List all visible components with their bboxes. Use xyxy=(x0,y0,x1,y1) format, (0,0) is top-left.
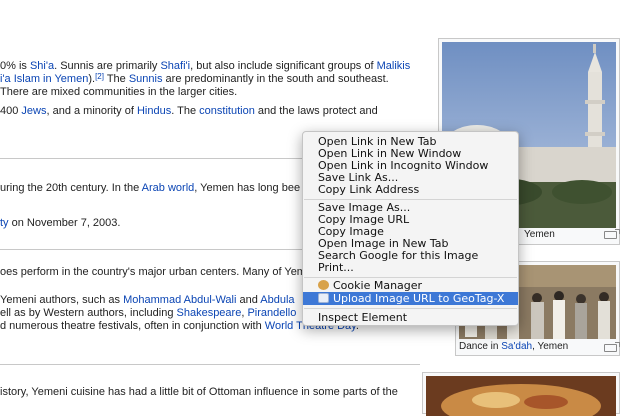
menu-copy-link-address[interactable]: Copy Link Address xyxy=(303,184,518,196)
context-menu: Open Link in New Tab Open Link in New Wi… xyxy=(302,131,519,326)
figure-food xyxy=(422,372,620,416)
cuisine-line-1: istory, Yemeni cuisine has had a little … xyxy=(0,386,398,398)
religion-line-4: 400 Jews, and a minority of Hindus. The … xyxy=(0,105,378,117)
link-shia[interactable]: Shi'a xyxy=(30,60,54,72)
link-shia-islam-in-yemen[interactable]: i'a Islam in Yemen xyxy=(0,73,88,85)
geotag-x-icon xyxy=(318,293,329,303)
link-sadah[interactable]: Sa'dah xyxy=(501,341,532,352)
menu-separator xyxy=(304,308,517,309)
enlarge-icon[interactable] xyxy=(604,342,620,352)
enlarge-icon[interactable] xyxy=(604,229,620,239)
reference-2[interactable]: [2] xyxy=(95,72,104,81)
link-arab-world[interactable]: Arab world xyxy=(142,182,195,194)
link-sunnis[interactable]: Sunnis xyxy=(129,73,163,85)
food-photo xyxy=(426,376,616,416)
menu-upload-geotag-x[interactable]: Upload Image URL to GeoTag-X xyxy=(303,292,518,305)
link-shafii[interactable]: Shafi'i xyxy=(160,60,190,72)
section-divider xyxy=(0,364,420,365)
food-image[interactable] xyxy=(426,376,616,416)
link-unesco[interactable]: ty xyxy=(0,217,9,229)
menu-print[interactable]: Print... xyxy=(303,262,518,274)
link-hindus[interactable]: Hindus xyxy=(137,105,171,117)
religion-line-2: i'a Islam in Yemen).[2] The Sunnis are p… xyxy=(0,72,389,86)
menu-separator xyxy=(304,277,517,278)
menu-inspect-element[interactable]: Inspect Element xyxy=(303,312,518,324)
mosque-caption: Yemen xyxy=(524,229,555,240)
dance-caption: Dance in Sa'dah, Yemen xyxy=(459,341,569,352)
link-shakespeare[interactable]: Shakespeare xyxy=(177,307,242,319)
link-constitution[interactable]: constitution xyxy=(199,105,255,117)
link-jews[interactable]: Jews xyxy=(21,105,46,117)
theatre-line-3: ell as by Western authors, including Sha… xyxy=(0,307,297,319)
link-mohammad-abdul-wali[interactable]: Mohammad Abdul-Wali xyxy=(123,294,236,306)
link-malikis[interactable]: Malikis xyxy=(377,60,411,72)
menu-cookie-manager[interactable]: Cookie Manager xyxy=(303,280,518,292)
menu-separator xyxy=(304,199,517,200)
theatre-line-1: oes perform in the country's major urban… xyxy=(0,266,306,278)
media-line-1: uring the 20th century. In the Arab worl… xyxy=(0,182,301,194)
theatre-line-2: Yemeni authors, such as Mohammad Abdul-W… xyxy=(0,294,295,306)
religion-line-3: There are mixed communities in the large… xyxy=(0,86,238,98)
cookie-icon xyxy=(318,280,329,290)
media-line-2: ty on November 7, 2003. xyxy=(0,217,121,229)
religion-line-1: 0% is Shi'a. Sunnis are primarily Shafi'… xyxy=(0,60,411,72)
link-abdulaziz[interactable]: Abdula xyxy=(260,294,294,306)
link-pirandello[interactable]: Pirandello xyxy=(247,307,296,319)
